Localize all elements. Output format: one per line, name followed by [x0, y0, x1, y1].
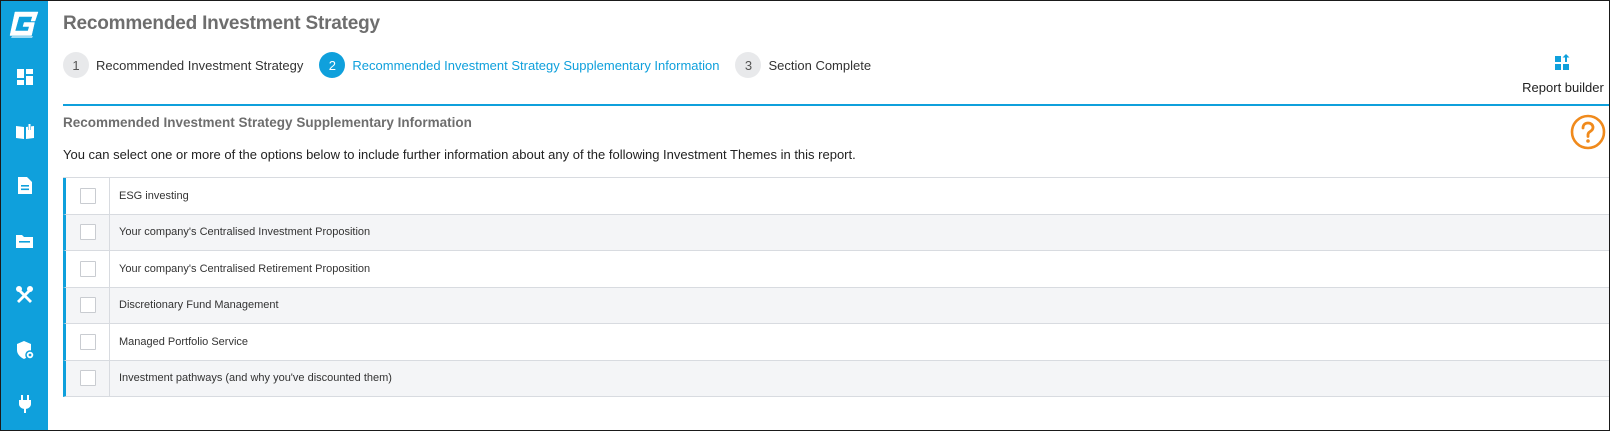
step-label: Recommended Investment Strategy: [96, 57, 304, 73]
dfm-checkbox[interactable]: [79, 297, 96, 314]
step-1[interactable]: 1 Recommended Investment Strategy: [63, 52, 303, 78]
option-row-crp: Your company's Centralised Retirement Pr…: [63, 251, 1609, 288]
stepper: 1 Recommended Investment Strategy 2 Reco…: [63, 51, 887, 79]
dashboard-icon[interactable]: [11, 63, 38, 90]
report-builder-button[interactable]: Report builder: [1515, 53, 1609, 95]
mps-checkbox[interactable]: [79, 333, 96, 350]
logo-icon: [9, 11, 39, 38]
report-builder-label: Report builder: [1522, 80, 1604, 95]
divider: [63, 104, 1609, 106]
cip-checkbox[interactable]: [79, 224, 96, 241]
step-number: 2: [319, 52, 346, 78]
report-builder-icon: [1555, 54, 1570, 70]
page-title: Recommended Investment Strategy: [63, 13, 380, 34]
step-number: 1: [63, 52, 89, 78]
tools-icon[interactable]: [11, 281, 38, 308]
document-icon[interactable]: [11, 172, 38, 199]
section-title: Recommended Investment Strategy Suppleme…: [63, 115, 472, 130]
option-row-pathways: Investment pathways (and why you've disc…: [63, 360, 1609, 397]
step-2[interactable]: 2 Recommended Investment Strategy Supple…: [319, 52, 719, 78]
option-label: Managed Portfolio Service: [119, 335, 249, 348]
help-icon[interactable]: [1570, 114, 1606, 150]
sidebar: [1, 1, 48, 430]
option-label: Your company's Centralised Investment Pr…: [119, 226, 371, 239]
option-row-esg: ESG investing: [63, 178, 1609, 215]
main-content: Recommended Investment Strategy 1 Recomm…: [48, 1, 1609, 430]
app-window: Recommended Investment Strategy 1 Recomm…: [0, 0, 1610, 431]
folder-icon[interactable]: [11, 227, 38, 254]
step-number: 3: [735, 52, 762, 78]
options-list: ESG investing Your company's Centralised…: [63, 177, 1609, 397]
crp-checkbox[interactable]: [79, 260, 96, 277]
intro-text: You can select one or more of the option…: [63, 147, 856, 162]
esg-checkbox[interactable]: [79, 187, 96, 204]
option-label: Your company's Centralised Retirement Pr…: [119, 262, 371, 275]
shield-icon[interactable]: [11, 336, 38, 363]
step-label: Recommended Investment Strategy Suppleme…: [352, 57, 720, 73]
option-label: Investment pathways (and why you've disc…: [119, 372, 392, 385]
step-label: Section Complete: [768, 57, 872, 73]
plug-icon[interactable]: [11, 390, 38, 417]
step-3[interactable]: 3 Section Complete: [735, 52, 871, 78]
option-label: ESG investing: [119, 189, 189, 202]
option-row-dfm: Discretionary Fund Management: [63, 287, 1609, 324]
option-row-mps: Managed Portfolio Service: [63, 324, 1609, 361]
pathways-checkbox[interactable]: [79, 370, 96, 387]
logo[interactable]: [7, 7, 43, 41]
option-row-cip: Your company's Centralised Investment Pr…: [63, 214, 1609, 251]
option-label: Discretionary Fund Management: [119, 299, 279, 312]
book-icon[interactable]: [11, 118, 38, 145]
